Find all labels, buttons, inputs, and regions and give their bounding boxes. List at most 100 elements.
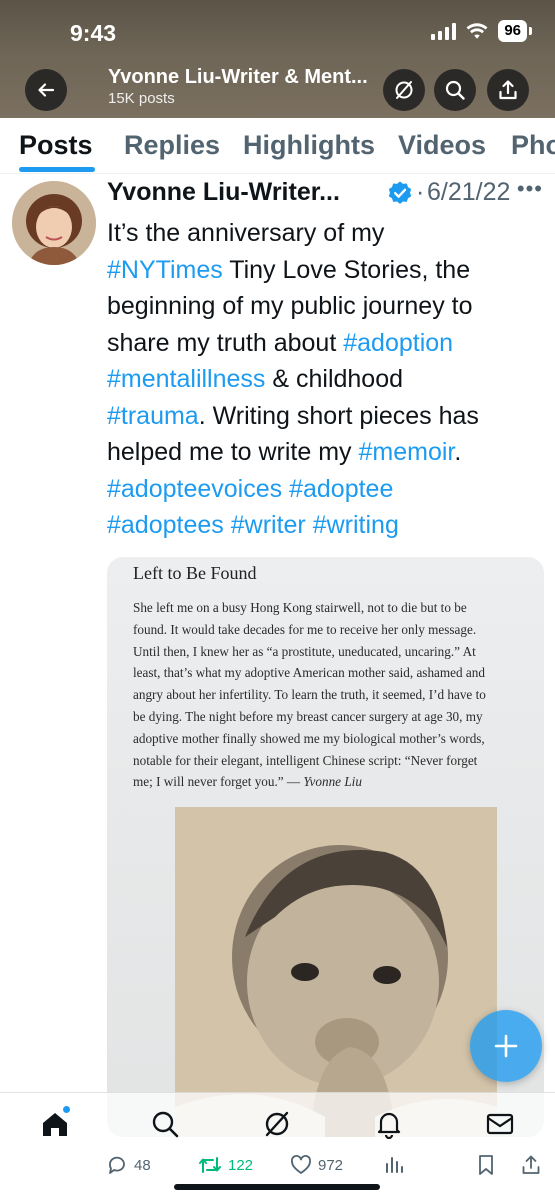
clipping-line: me; I will never forget you.” — Yvonne L… <box>133 771 525 793</box>
nav-search[interactable] <box>148 1107 182 1141</box>
bar-chart-icon <box>386 1157 403 1173</box>
post-text-line: #mentalillness & childhood <box>107 361 547 398</box>
search-button[interactable] <box>434 69 476 111</box>
hashtag-link[interactable]: #adoptees <box>107 511 224 539</box>
post-actions: 48 122 972 <box>0 1150 555 1184</box>
avatar-portrait <box>12 181 96 265</box>
share-icon <box>499 80 517 100</box>
hashtag-link[interactable]: #writing <box>313 511 399 539</box>
post-text-segment: . Writing short pieces has <box>198 401 479 430</box>
back-button[interactable] <box>25 69 67 111</box>
post-text: It’s the anniversary of my #NYTimes Tiny … <box>107 215 547 544</box>
battery-indicator: 96 <box>498 20 532 42</box>
share-button[interactable] <box>487 69 529 111</box>
profile-tabs: Posts Replies Highlights Videos Pho <box>0 118 555 174</box>
nav-notifications[interactable] <box>372 1107 406 1141</box>
search-icon <box>445 80 465 100</box>
post-text-line: #adopteevoices #adoptee <box>107 471 547 508</box>
share-icon <box>522 1155 540 1174</box>
clipping-line: notable for their elegant, intelligent C… <box>133 752 478 768</box>
nav-grok[interactable] <box>260 1107 294 1141</box>
share-post-button[interactable] <box>520 1154 542 1176</box>
tab-replies[interactable]: Replies <box>124 130 220 161</box>
bell-icon <box>377 1112 401 1139</box>
clipping-body: She left me on a busy Hong Kong stairwel… <box>133 597 525 793</box>
profile-header: 9:43 96 Yvonne Liu-Writer & Ment... 15K … <box>0 0 555 118</box>
verified-badge-icon <box>388 181 412 204</box>
post-text-line: It’s the anniversary of my <box>107 215 547 252</box>
post-text-line: beginning of my public journey to <box>107 288 547 325</box>
bookmark-button[interactable] <box>476 1154 496 1176</box>
clipping-last-line-text: me; I will never forget you.” — <box>133 774 304 790</box>
clipping-line: angry about her infertility. To learn th… <box>133 687 486 703</box>
post-text-segment: beginning of my public journey to <box>107 292 473 320</box>
status-time: 9:43 <box>70 20 117 46</box>
like-button[interactable]: 972 <box>290 1154 343 1176</box>
clipping-signature: Yvonne Liu <box>303 774 362 790</box>
hashtag-link[interactable]: #adoptee <box>289 475 393 503</box>
post-author[interactable]: Yvonne Liu-Writer... <box>107 178 340 207</box>
baby-photo <box>175 807 497 1137</box>
clipping-line: found. It would take decades for me to r… <box>133 621 477 637</box>
grok-button[interactable] <box>383 69 425 111</box>
tab-photos[interactable]: Pho <box>511 130 555 161</box>
nav-messages[interactable] <box>483 1107 517 1141</box>
hashtag-link[interactable]: #trauma <box>107 402 199 430</box>
bookmark-icon <box>479 1155 493 1175</box>
post-text-segment: Tiny Love Stories, the <box>222 255 471 284</box>
post-text-line: #adoptees #writer #writing <box>107 507 547 544</box>
repost-count: 122 <box>228 1156 254 1174</box>
post-date[interactable]: 6/21/22 <box>427 178 510 207</box>
like-count: 972 <box>318 1156 344 1174</box>
grok-icon <box>395 81 413 99</box>
repost-button[interactable]: 122 <box>198 1154 253 1176</box>
post-text-line: helped me to write my #memoir. <box>107 434 547 471</box>
hashtag-link[interactable]: #mentalillness <box>107 365 265 393</box>
post-text-segment <box>224 511 231 539</box>
header-post-count: 15K posts <box>108 90 175 107</box>
plus-icon <box>494 1034 518 1058</box>
cellular-signal-icon <box>431 22 457 40</box>
clipping-title: Left to Be Found <box>133 563 257 583</box>
wifi-icon <box>466 23 488 39</box>
clipping-line: least, that’s what my adoptive American … <box>133 665 485 681</box>
clipping-line: adoptive mother finally showed me my bio… <box>133 730 485 746</box>
home-notification-dot <box>62 1105 71 1114</box>
post-text-line: #trauma. Writing short pieces has <box>107 398 547 435</box>
more-options-icon[interactable]: ••• <box>517 176 543 202</box>
hashtag-link[interactable]: #adopteevoices <box>107 475 282 503</box>
compose-button[interactable] <box>470 1010 542 1082</box>
header-title: Yvonne Liu-Writer & Ment... <box>108 66 368 88</box>
post-separator: · <box>416 178 425 206</box>
post-text-segment: & childhood <box>265 365 404 393</box>
status-icons: 96 <box>431 20 532 42</box>
clipping-line: be dying. The night before my breast can… <box>133 708 483 724</box>
reply-icon <box>109 1156 125 1174</box>
grok-icon <box>265 1111 289 1137</box>
post-header: Yvonne Liu-Writer... · 6/21/22 ••• <box>107 176 547 212</box>
tab-videos[interactable]: Videos <box>398 130 486 161</box>
post-text-line: share my truth about #adoption <box>107 325 547 362</box>
heart-icon <box>291 1155 311 1174</box>
tab-highlights[interactable]: Highlights <box>243 130 375 161</box>
avatar[interactable] <box>12 181 96 265</box>
reply-count: 48 <box>134 1156 151 1174</box>
hashtag-link[interactable]: #adoption <box>343 329 453 357</box>
clipping-line: Until then, I knew her as “a prostitute,… <box>133 643 476 659</box>
hashtag-link[interactable]: #memoir <box>359 438 455 466</box>
active-tab-indicator <box>19 167 95 172</box>
search-icon <box>152 1111 179 1138</box>
clipping-line: She left me on a busy Hong Kong stairwel… <box>133 600 467 615</box>
post-text-line: #NYTimes Tiny Love Stories, the <box>107 252 547 289</box>
repost-icon <box>199 1157 221 1173</box>
bottom-navigation <box>0 1092 555 1154</box>
views-button[interactable] <box>384 1154 404 1174</box>
post-text-segment: share my truth about <box>107 328 344 357</box>
hashtag-link[interactable]: #writer <box>231 511 306 539</box>
mail-icon <box>486 1113 514 1135</box>
reply-button[interactable]: 48 <box>106 1154 151 1176</box>
post-text-segment: It’s the anniversary of my <box>107 219 385 247</box>
tab-posts[interactable]: Posts <box>19 130 93 161</box>
post-text-segment <box>306 511 313 539</box>
hashtag-link[interactable]: #NYTimes <box>107 256 223 284</box>
